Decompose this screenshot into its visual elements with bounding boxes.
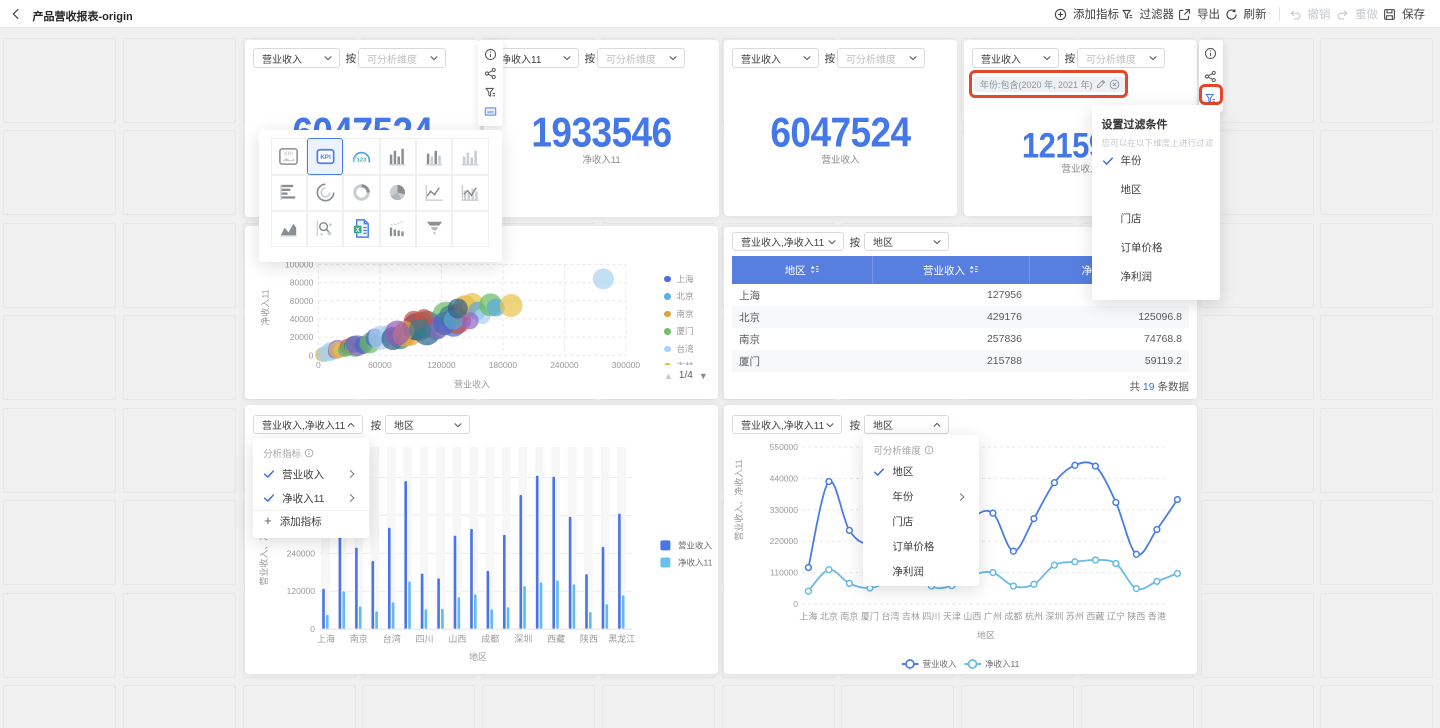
svg-text:苏州: 苏州: [1066, 611, 1084, 622]
svg-text:广州: 广州: [984, 611, 1002, 622]
svg-text:陕西: 陕西: [1127, 611, 1145, 622]
svg-text:地区: 地区: [469, 651, 487, 662]
svg-text:四川: 四川: [415, 634, 433, 644]
svg-text:山西: 山西: [448, 634, 466, 644]
svg-text:110000: 110000: [770, 568, 798, 578]
svg-text:西藏: 西藏: [547, 633, 565, 644]
svg-text:深圳: 深圳: [514, 634, 532, 644]
svg-text:陕西: 陕西: [580, 633, 598, 644]
svg-text:地区: 地区: [977, 630, 995, 641]
svg-text:0: 0: [316, 360, 321, 370]
svg-text:吉林: 吉林: [902, 611, 920, 622]
svg-text:上海: 上海: [317, 633, 335, 644]
svg-text:上海: 上海: [799, 611, 817, 622]
svg-text:营业收入: 营业收入: [923, 659, 958, 669]
svg-text:北京: 北京: [820, 611, 838, 622]
svg-text:台湾: 台湾: [383, 633, 401, 644]
svg-text:净收入11: 净收入11: [678, 558, 713, 568]
svg-text:台湾: 台湾: [881, 611, 899, 622]
svg-text:220000: 220000: [770, 536, 799, 546]
svg-text:0: 0: [309, 350, 314, 360]
svg-text:四川: 四川: [922, 612, 940, 622]
svg-text:营业收入: 营业收入: [454, 379, 490, 390]
svg-text:240000: 240000: [550, 360, 579, 370]
svg-text:120000: 120000: [427, 360, 456, 370]
svg-text:123: 123: [357, 157, 367, 163]
svg-text:深圳: 深圳: [1045, 612, 1063, 622]
svg-text:60000: 60000: [290, 296, 314, 306]
svg-text:KPI: KPI: [285, 152, 294, 158]
svg-text:厦门: 厦门: [861, 611, 879, 622]
svg-text:南京: 南京: [840, 611, 858, 622]
svg-text:0: 0: [793, 599, 798, 609]
svg-text:KPI: KPI: [487, 110, 493, 114]
svg-text:成都: 成都: [1004, 611, 1022, 622]
svg-text:180000: 180000: [489, 360, 518, 370]
svg-text:240000: 240000: [287, 548, 316, 558]
svg-text:净收入11: 净收入11: [260, 289, 271, 325]
svg-text:KPI: KPI: [320, 154, 331, 161]
svg-text:330000: 330000: [770, 505, 799, 515]
svg-text:120000: 120000: [287, 586, 316, 596]
svg-text:香港: 香港: [1148, 611, 1166, 622]
svg-text:0: 0: [310, 624, 315, 634]
svg-text:杭州: 杭州: [1025, 611, 1043, 622]
svg-text:60000: 60000: [368, 360, 392, 370]
svg-text:成都: 成都: [481, 633, 499, 644]
svg-text:营业收入: 营业收入: [678, 541, 713, 551]
svg-text:80000: 80000: [290, 278, 314, 288]
svg-text:黑龙江: 黑龙江: [608, 633, 635, 644]
svg-text:辽宁: 辽宁: [1107, 611, 1125, 622]
svg-text:550000: 550000: [770, 442, 799, 452]
svg-text:20000: 20000: [290, 332, 314, 342]
svg-text:营业收入、净收入11: 营业收入、净收入11: [733, 459, 744, 540]
svg-text:山西: 山西: [963, 612, 981, 622]
svg-text:净收入11: 净收入11: [985, 659, 1020, 669]
svg-text:440000: 440000: [770, 473, 799, 483]
svg-text:天津: 天津: [943, 612, 961, 622]
svg-text:40000: 40000: [290, 314, 314, 324]
svg-text:300000: 300000: [612, 360, 641, 370]
svg-text:西藏: 西藏: [1086, 611, 1104, 622]
svg-text:南京: 南京: [350, 633, 368, 644]
